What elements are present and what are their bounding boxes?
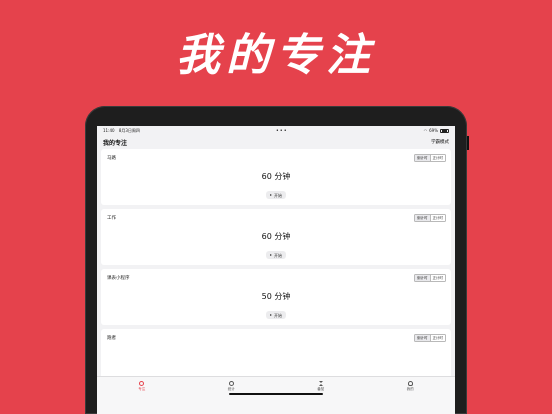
play-icon bbox=[270, 314, 272, 316]
task-list: 马路 倒计时 正计时 60 分钟 开始 工作 倒计时 正计时 60 分钟 开始 … bbox=[97, 149, 455, 385]
timer-icon bbox=[139, 381, 145, 386]
timer-mode-toggle: 倒计时 正计时 bbox=[414, 334, 446, 342]
home-indicator[interactable] bbox=[229, 393, 323, 395]
person-icon bbox=[407, 381, 413, 386]
battery-percent: 69% bbox=[429, 128, 438, 133]
hourglass-icon bbox=[318, 381, 323, 386]
chart-icon bbox=[228, 381, 234, 386]
page-title: 我的专注 bbox=[103, 139, 128, 147]
task-name: 跑者 bbox=[107, 336, 116, 341]
promo-headline: 我的专注 bbox=[176, 30, 376, 81]
task-duration: 60 分钟 bbox=[261, 232, 291, 241]
tab-mine[interactable]: 我的 bbox=[366, 377, 456, 414]
app-screen: 11:40 8月3日周四 ••• ◠ 69% 我的专注 学霸模式 马路 倒计时 … bbox=[97, 126, 455, 414]
task-card[interactable]: 课表小程序 倒计时 正计时 50 分钟 开始 bbox=[101, 269, 451, 325]
tab-tomato[interactable]: 番茄 bbox=[276, 377, 366, 414]
tab-label: 统计 bbox=[227, 387, 235, 391]
status-date: 8月3日周四 bbox=[118, 127, 140, 133]
timer-mode-toggle: 倒计时 正计时 bbox=[414, 214, 446, 222]
task-name: 课表小程序 bbox=[107, 276, 130, 281]
tab-label: 我的 bbox=[406, 387, 414, 391]
countup-option[interactable]: 正计时 bbox=[429, 335, 445, 341]
start-button[interactable]: 开始 bbox=[266, 311, 286, 319]
multitask-dots[interactable]: ••• bbox=[276, 128, 288, 134]
task-card[interactable]: 工作 倒计时 正计时 60 分钟 开始 bbox=[101, 209, 451, 265]
study-mode-button[interactable]: 学霸模式 bbox=[431, 139, 449, 145]
volume-button bbox=[467, 136, 469, 150]
battery-icon bbox=[440, 128, 449, 133]
start-button[interactable]: 开始 bbox=[266, 191, 286, 199]
start-label: 开始 bbox=[274, 312, 282, 318]
countup-option[interactable]: 正计时 bbox=[429, 155, 445, 161]
tablet-frame: 11:40 8月3日周四 ••• ◠ 69% 我的专注 学霸模式 马路 倒计时 … bbox=[85, 106, 469, 414]
tab-focus[interactable]: 专注 bbox=[97, 377, 187, 414]
timer-mode-toggle: 倒计时 正计时 bbox=[414, 274, 446, 282]
tab-label: 专注 bbox=[138, 387, 146, 391]
countdown-option[interactable]: 倒计时 bbox=[415, 155, 430, 161]
timer-mode-toggle: 倒计时 正计时 bbox=[414, 154, 446, 162]
countdown-option[interactable]: 倒计时 bbox=[415, 215, 430, 221]
countup-option[interactable]: 正计时 bbox=[429, 215, 445, 221]
task-duration: 50 分钟 bbox=[261, 292, 291, 301]
play-icon bbox=[270, 254, 272, 256]
countup-option[interactable]: 正计时 bbox=[429, 275, 445, 281]
play-icon bbox=[270, 194, 272, 196]
start-label: 开始 bbox=[274, 192, 282, 198]
wifi-icon: ◠ bbox=[423, 128, 428, 133]
task-name: 马路 bbox=[107, 156, 116, 161]
tab-label: 番茄 bbox=[317, 387, 325, 391]
task-card[interactable]: 马路 倒计时 正计时 60 分钟 开始 bbox=[101, 149, 451, 205]
task-duration: 60 分钟 bbox=[261, 172, 291, 181]
countdown-option[interactable]: 倒计时 bbox=[415, 335, 430, 341]
start-button[interactable]: 开始 bbox=[266, 251, 286, 259]
tab-stats[interactable]: 统计 bbox=[187, 377, 277, 414]
nav-bar: 我的专注 学霸模式 bbox=[97, 135, 455, 149]
status-right: ◠ 69% bbox=[424, 128, 449, 133]
tab-bar: 专注 统计 番茄 我的 bbox=[97, 376, 455, 414]
status-time: 11:40 bbox=[103, 127, 115, 133]
task-name: 工作 bbox=[107, 216, 116, 221]
status-left: 11:40 8月3日周四 bbox=[103, 128, 140, 134]
status-bar: 11:40 8月3日周四 ••• ◠ 69% bbox=[97, 126, 455, 135]
countdown-option[interactable]: 倒计时 bbox=[415, 275, 430, 281]
start-label: 开始 bbox=[274, 252, 282, 258]
